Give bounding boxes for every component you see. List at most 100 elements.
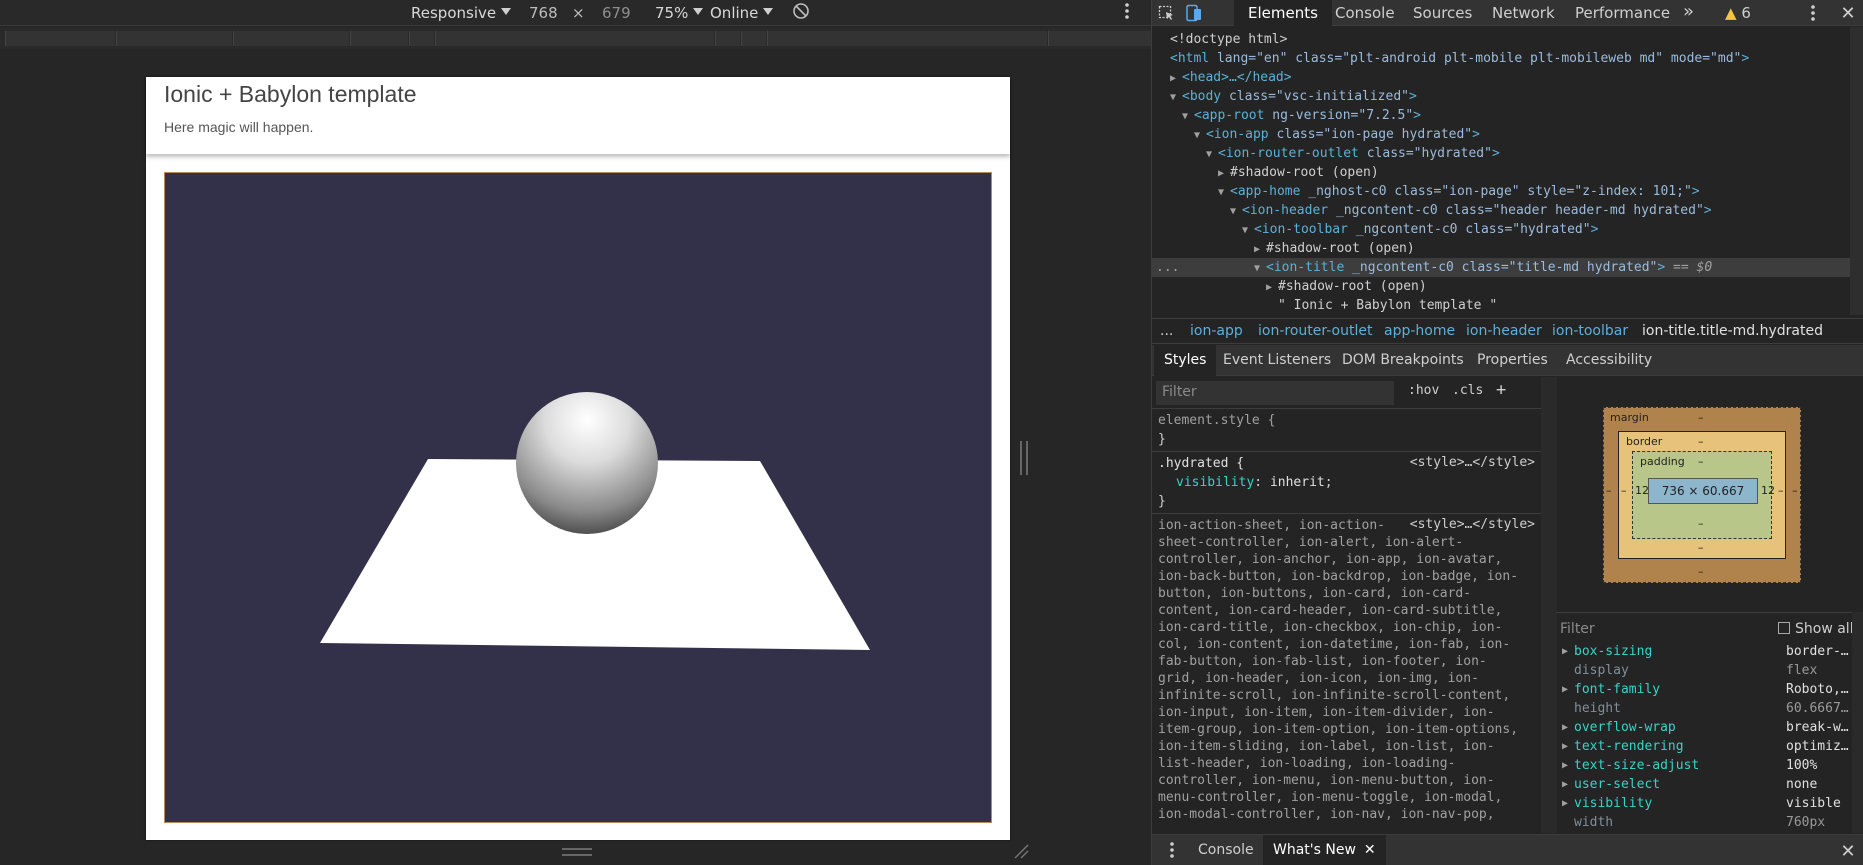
dom-tree[interactable]: <!doctype html> <html lang="en" class="p…	[1152, 27, 1850, 315]
dom-node[interactable]: ▼ <ion-header _ngcontent-c0 class="header…	[1152, 201, 1850, 220]
device-select[interactable]: Responsive	[411, 4, 512, 22]
dom-node[interactable]: <html lang="en" class="plt-android plt-m…	[1152, 49, 1850, 68]
app-header: Ionic + Babylon template Here magic will…	[146, 77, 1010, 154]
tab-sources[interactable]: Sources	[1413, 0, 1472, 26]
dom-node[interactable]: ▶ #shadow-root (open)	[1152, 277, 1850, 296]
more-options-icon[interactable]	[1124, 2, 1130, 24]
computed-property[interactable]: ▶ overflow-wrap break-w…	[1556, 720, 1852, 739]
rotate-icon[interactable]	[792, 2, 810, 24]
breadcrumb: ... ion-app ion-router-outlet app-home i…	[1152, 318, 1863, 344]
throttle-select[interactable]: Online	[710, 4, 774, 22]
computed-styles: Filter Show all ▶ box-sizing border-… disp…	[1556, 612, 1863, 833]
device-viewport: Ionic + Babylon template Here magic will…	[146, 77, 1010, 840]
tab-properties[interactable]: Properties	[1477, 345, 1548, 376]
close-icon[interactable]: ✕	[1838, 3, 1858, 24]
breadcrumb-item[interactable]: ion-app	[1190, 323, 1243, 339]
tab-network[interactable]: Network	[1492, 0, 1555, 26]
computed-property[interactable]: height 60.6667…	[1556, 701, 1852, 720]
breadcrumb-item[interactable]: app-home	[1384, 323, 1455, 339]
sphere	[516, 392, 658, 534]
computed-property[interactable]: width 760px	[1556, 815, 1852, 833]
dom-node[interactable]: ▼ <app-root ng-version="7.2.5">	[1152, 106, 1850, 125]
drawer-tab-console[interactable]: Console	[1198, 835, 1254, 865]
device-toolbar: Responsive 768 × 679 75% Online	[0, 0, 1151, 26]
dom-node[interactable]: <!doctype html>	[1152, 30, 1850, 49]
computed-property[interactable]: ▶ text-rendering optimiz…	[1556, 739, 1852, 758]
breadcrumb-item[interactable]: ion-toolbar	[1552, 323, 1628, 339]
breadcrumb-item[interactable]: ion-header	[1466, 323, 1542, 339]
ion-rule-source-link[interactable]: <style>…</style>	[1410, 517, 1535, 532]
close-drawer-icon[interactable]: ✕	[1838, 841, 1858, 862]
computed-property[interactable]: ▶ visibility visible	[1556, 796, 1852, 815]
media-query-ruler[interactable]	[0, 28, 1151, 49]
css-declaration[interactable]: visibility: inherit;	[1176, 474, 1333, 491]
babylon-render-canvas[interactable]	[164, 172, 992, 823]
tab-styles[interactable]: Styles	[1154, 345, 1217, 376]
class-toggle-button[interactable]: .cls	[1452, 383, 1483, 398]
styles-filter-input[interactable]: Filter	[1156, 381, 1394, 405]
elements-subtabs: Styles Event Listeners DOM Breakpoints P…	[1152, 345, 1863, 376]
box-model-content[interactable]: 736 × 60.667	[1648, 478, 1758, 504]
new-rule-button[interactable]: +	[1496, 380, 1506, 400]
zoom-select[interactable]: 75%	[655, 4, 704, 22]
resize-handle-bottom[interactable]	[562, 848, 592, 856]
padding-left-value: 12	[1635, 484, 1649, 497]
hover-state-button[interactable]: :hov	[1408, 383, 1439, 398]
drawer-menu-icon[interactable]	[1168, 841, 1176, 859]
warning-icon: ▲	[1725, 4, 1737, 22]
tab-event-listeners[interactable]: Event Listeners	[1223, 345, 1331, 376]
tab-elements[interactable]: Elements	[1234, 0, 1332, 26]
height-input[interactable]: 679	[602, 4, 631, 22]
dom-node[interactable]: ▶ #shadow-root (open)	[1152, 163, 1850, 182]
close-icon[interactable]: ✕	[1364, 842, 1376, 858]
more-tabs-button[interactable]: »	[1683, 0, 1694, 26]
dom-scrollbar[interactable]	[1850, 27, 1863, 315]
drawer-tab-whats-new[interactable]: What's New ✕	[1263, 835, 1386, 865]
computed-property[interactable]: ▶ font-family Roboto,…	[1556, 682, 1852, 701]
dom-node[interactable]: ▼ <ion-toolbar _ngcontent-c0 class="hydra…	[1152, 220, 1850, 239]
breadcrumb-current[interactable]: ion-title.title-md.hydrated	[1642, 323, 1823, 339]
dom-node-selected[interactable]: ... ▼ <ion-title _ngcontent-c0 class="tit…	[1152, 258, 1850, 277]
computed-property[interactable]: ▶ text-size-adjust 100%	[1556, 758, 1852, 777]
dom-node[interactable]: ▼ <body class="vsc-initialized">	[1152, 87, 1850, 106]
padding-right-value: 12	[1761, 484, 1775, 497]
styles-scrollbar[interactable]	[1541, 377, 1557, 833]
show-all-checkbox[interactable]: Show all	[1778, 621, 1854, 637]
breadcrumb-more[interactable]: ...	[1160, 323, 1173, 339]
times-sign: ×	[572, 4, 585, 22]
breadcrumb-item[interactable]: ion-router-outlet	[1258, 323, 1372, 339]
hydrated-source-link[interactable]: <style>…</style>	[1410, 455, 1535, 470]
element-style-selector[interactable]: element.style {	[1158, 412, 1275, 429]
dom-node[interactable]: " Ionic + Babylon template "	[1152, 296, 1850, 315]
dom-node[interactable]: ▶ <head>…</head>	[1152, 68, 1850, 87]
computed-property[interactable]: ▶ user-select none	[1556, 777, 1852, 796]
hydrated-selector[interactable]: .hydrated {	[1158, 455, 1244, 472]
warnings-badge[interactable]: ▲ 6	[1725, 0, 1751, 26]
devtools-panel: Elements Console Sources Network Perform…	[1151, 0, 1863, 865]
resize-handle-corner[interactable]	[1013, 843, 1029, 859]
dom-node[interactable]: ▼ <app-home _nghost-c0 class="ion-page" s…	[1152, 182, 1850, 201]
dom-node[interactable]: ▼ <ion-app class="ion-page hydrated">	[1152, 125, 1850, 144]
box-model-diagram: margin – border – padding – 736 × 60.667…	[1556, 377, 1863, 612]
device-toggle-icon[interactable]	[1184, 3, 1204, 23]
tab-accessibility[interactable]: Accessibility	[1566, 345, 1652, 376]
resize-handle-right[interactable]	[1020, 441, 1028, 475]
close-brace: }	[1158, 494, 1166, 509]
inspect-element-icon[interactable]	[1156, 3, 1176, 23]
drawer-tabbar: Console What's New ✕ ✕	[1152, 834, 1863, 865]
computed-filter-input[interactable]: Filter	[1560, 621, 1595, 637]
settings-menu-icon[interactable]	[1808, 4, 1818, 22]
3d-scene	[320, 392, 870, 650]
width-input[interactable]: 768	[529, 4, 558, 22]
page-subtitle: Here magic will happen.	[164, 119, 314, 135]
dropdown-arrow-icon	[693, 8, 704, 15]
computed-property[interactable]: ▶ box-sizing border-…	[1556, 644, 1852, 663]
dom-node[interactable]: ▶ #shadow-root (open)	[1152, 239, 1850, 258]
page-title: Ionic + Babylon template	[164, 81, 417, 107]
computed-property[interactable]: display flex	[1556, 663, 1852, 682]
tab-console[interactable]: Console	[1335, 0, 1395, 26]
dom-node[interactable]: ▼ <ion-router-outlet class="hydrated">	[1152, 144, 1850, 163]
tab-dom-breakpoints[interactable]: DOM Breakpoints	[1342, 345, 1464, 376]
tab-performance[interactable]: Performance	[1575, 0, 1670, 26]
computed-scrollbar[interactable]	[1852, 612, 1863, 833]
